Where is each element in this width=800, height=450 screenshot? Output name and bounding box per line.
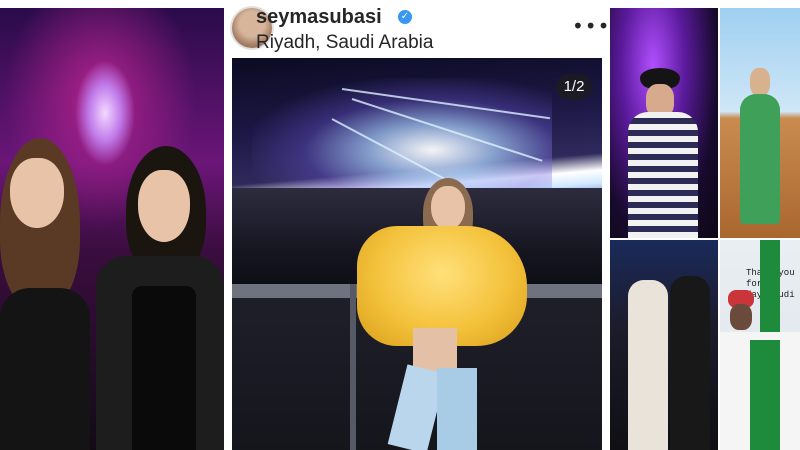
more-options-icon[interactable]: ••• [572, 14, 608, 38]
location-link[interactable]: Riyadh, Saudi Arabia [256, 32, 433, 54]
woman-right [96, 146, 224, 450]
instagram-post: seymasubasi ✓ Riyadh, Saudi Arabia ••• 1… [226, 0, 608, 450]
post-header: seymasubasi ✓ Riyadh, Saudi Arabia ••• [226, 0, 608, 58]
verified-badge-icon: ✓ [398, 10, 412, 24]
collage-photo-two-women [610, 240, 718, 450]
username[interactable]: seymasubasi [256, 6, 382, 29]
woman-left [0, 138, 90, 450]
collage-photo-concert [610, 8, 718, 238]
woman-yellow-coat [327, 178, 547, 450]
left-photo [0, 8, 224, 450]
carousel-page-indicator: 1/2 [556, 74, 592, 100]
right-collage: Thank you forday Saudi [610, 8, 800, 450]
collage-photo-desert [720, 8, 800, 238]
collage-photo-saudi-flag: Thank you forday Saudi [720, 240, 800, 450]
post-photo[interactable] [232, 58, 602, 450]
